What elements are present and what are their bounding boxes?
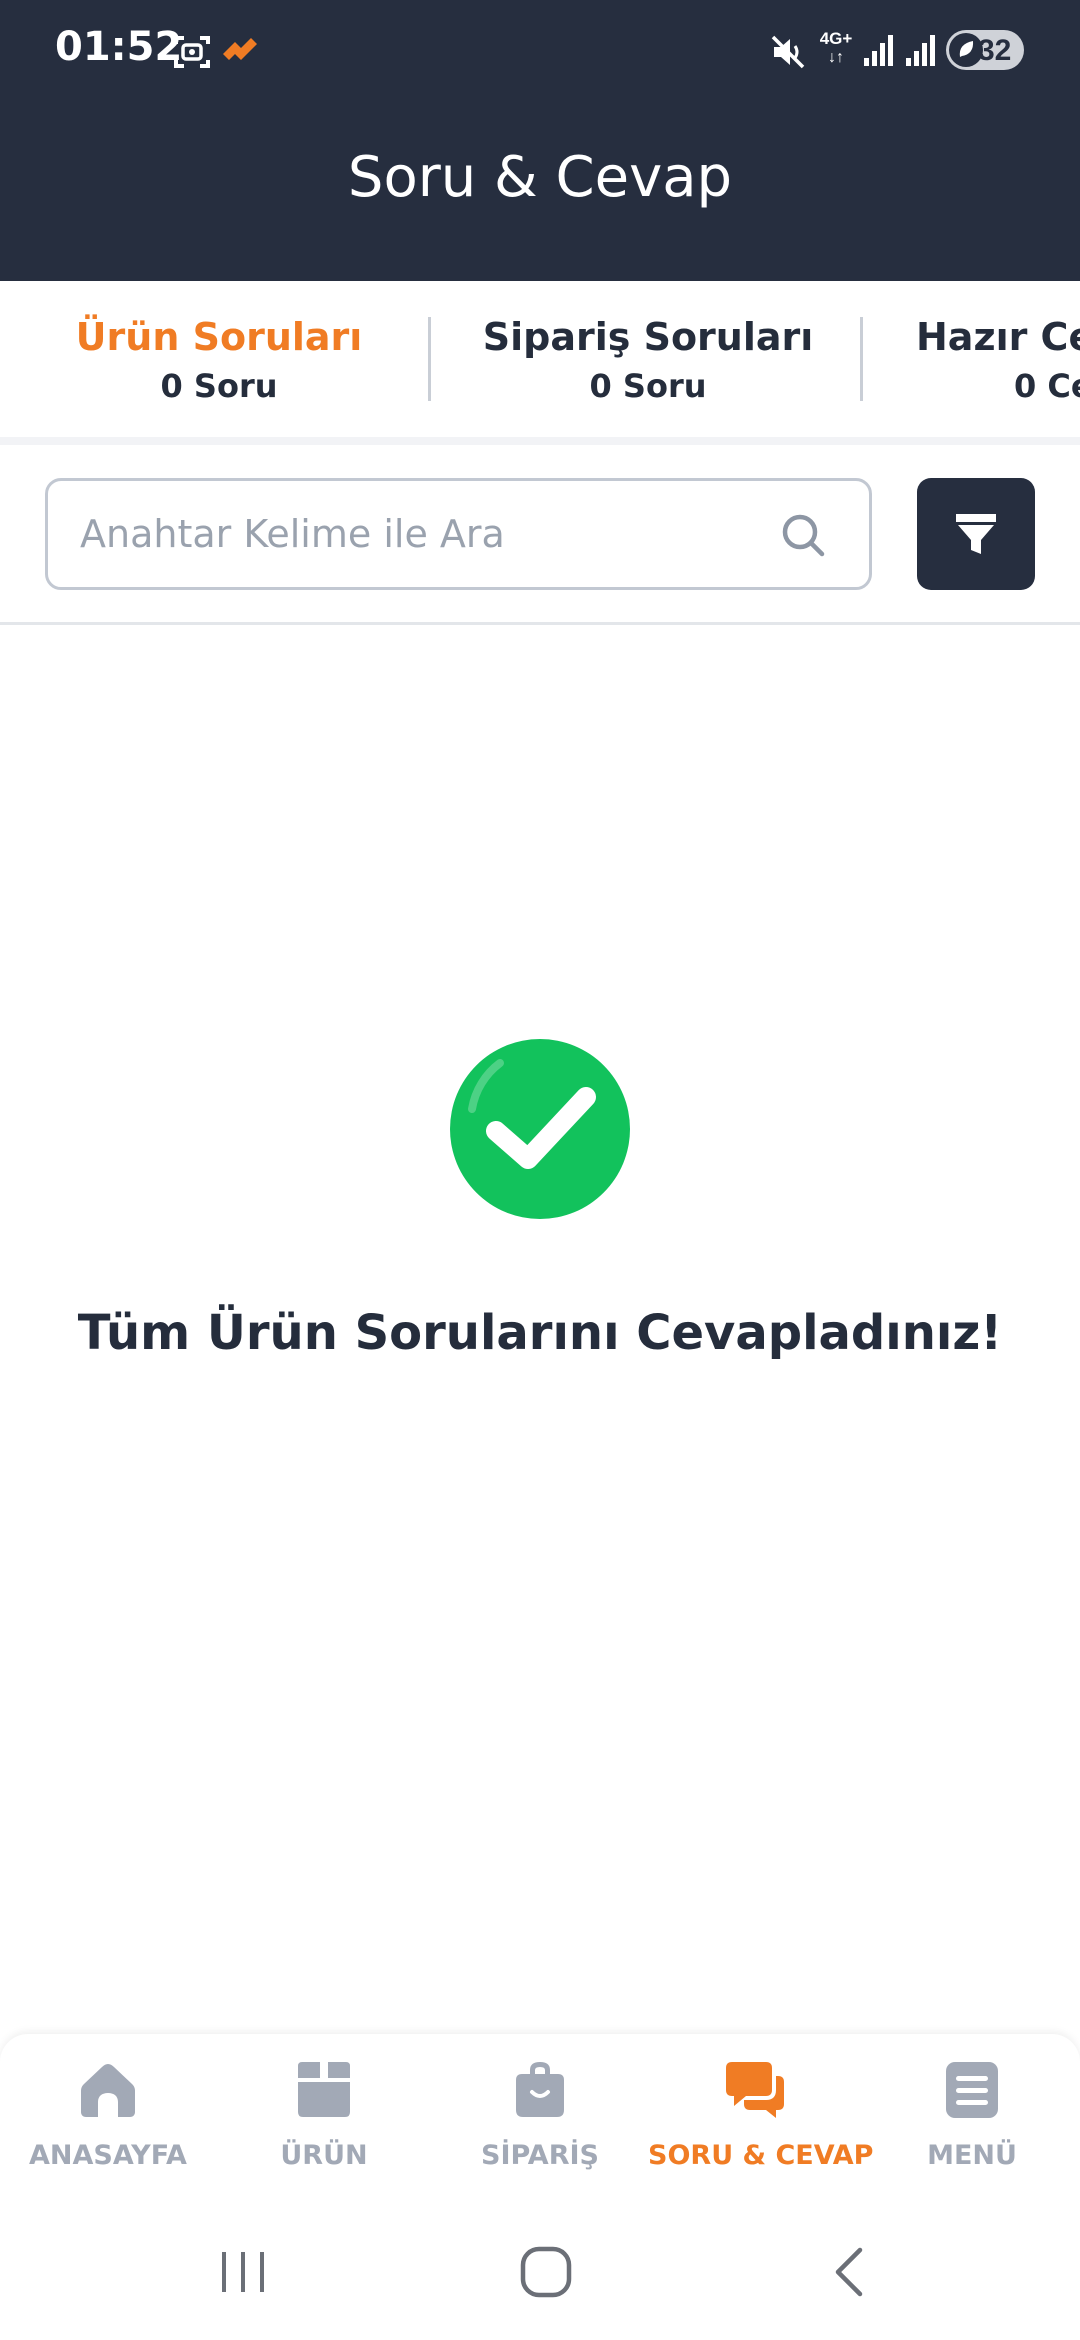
menu-icon [946,2062,998,2118]
app-notification-icon [223,38,257,60]
search-divider [0,622,1080,625]
nav-label: ÜRÜN [280,2140,368,2171]
recent-apps-icon[interactable] [218,2244,268,2300]
tab-label: Hazır Cevaplar [916,315,1080,359]
home-icon [81,2064,135,2117]
signal-icon-2 [906,35,935,66]
tab-ready-answers[interactable]: Hazır Cevaplar 0 Cevap [916,281,1080,443]
tab-product-questions[interactable]: Ürün Soruları 0 Soru [60,281,378,443]
nav-home[interactable]: ANASAYFA [0,2060,216,2190]
battery-indicator: 32 [946,30,1024,70]
bag-icon [516,2062,564,2117]
nav-label: SİPARİŞ [481,2140,599,2171]
nav-orders[interactable]: SİPARİŞ [432,2060,648,2190]
nav-product[interactable]: ÜRÜN [216,2060,432,2190]
filter-icon [956,514,996,554]
nav-label: ANASAYFA [29,2140,187,2171]
system-navigation-bar [0,2204,1080,2340]
search-box [45,478,872,590]
tab-count: 0 Soru [160,367,278,405]
filter-button[interactable] [917,478,1035,590]
app-header: 01:52 4G+ ↓↑ 32 Soru & Cevap [0,0,1080,281]
nav-questions-answers[interactable]: SORU & CEVAP [648,2060,874,2190]
tab-order-questions[interactable]: Sipariş Soruları 0 Soru [470,281,826,443]
home-button-icon[interactable] [518,2244,574,2300]
mute-icon [771,35,805,69]
signal-icon [864,35,893,66]
status-time: 01:52 [55,24,183,70]
network-type: 4G+ ↓↑ [819,29,853,67]
nav-label: MENÜ [927,2140,1017,2171]
nav-label: SORU & CEVAP [648,2140,874,2171]
network-label: 4G+ [819,29,853,48]
tab-count: 0 Soru [589,367,707,405]
battery-level: 32 [978,34,1012,67]
success-check-icon [450,1039,630,1219]
nav-menu[interactable]: MENÜ [864,2060,1080,2190]
tab-divider [860,317,863,401]
tab-label: Ürün Soruları [75,315,363,359]
search-icon[interactable] [779,511,827,559]
empty-state-message: Tüm Ürün Sorularını Cevapladınız! [77,1305,1003,1361]
status-bar: 01:52 4G+ ↓↑ 32 [0,0,1080,100]
box-icon [298,2062,350,2117]
tabs-divider [0,437,1080,445]
tab-count: 0 Cevap [1014,367,1080,405]
page-title: Soru & Cevap [347,145,733,210]
search-input[interactable] [80,481,780,587]
tab-label: Sipariş Soruları [482,315,814,359]
back-icon[interactable] [826,2244,876,2300]
tab-divider [428,317,431,401]
screenshot-icon [174,36,210,68]
bottom-navigation: ANASAYFA ÜRÜN SİPARİŞ SORU & CEVAP MENÜ [0,2034,1080,2204]
chat-icon [726,2062,784,2118]
question-tabs: Ürün Soruları 0 Soru Sipariş Soruları 0 … [0,281,1080,443]
